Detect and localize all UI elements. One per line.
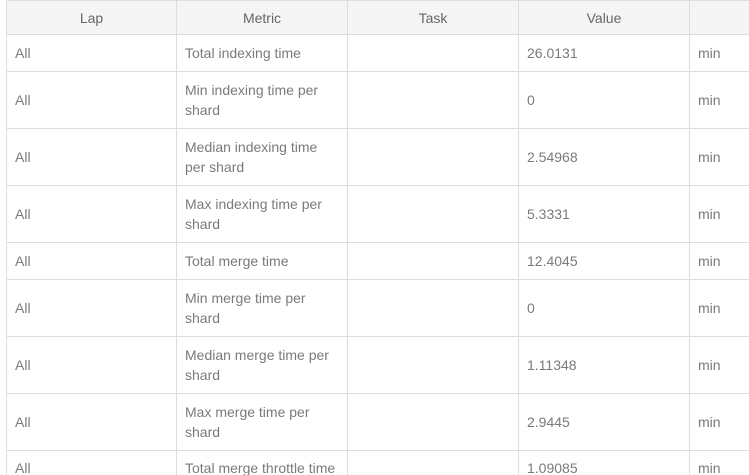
cell-value: 1.11348 (518, 336, 690, 394)
table-row: All Max merge time per shard 2.9445 min (6, 393, 749, 451)
cell-metric: Max merge time per shard (176, 393, 348, 451)
cell-value: 26.0131 (518, 34, 690, 72)
results-table-container: Lap Metric Task Value All Total indexing… (6, 0, 749, 475)
table-row: All Total merge throttle time 1.09085 mi… (6, 450, 749, 475)
table-row: All Max indexing time per shard 5.3331 m… (6, 185, 749, 243)
cell-unit: min (689, 71, 749, 129)
cell-task (347, 336, 519, 394)
cell-metric: Total merge time (176, 242, 348, 280)
cell-lap: All (6, 279, 177, 337)
table-row: All Min indexing time per shard 0 min (6, 71, 749, 129)
cell-lap: All (6, 34, 177, 72)
column-header-metric[interactable]: Metric (176, 0, 348, 35)
cell-lap: All (6, 242, 177, 280)
cell-value: 12.4045 (518, 242, 690, 280)
cell-task (347, 450, 519, 475)
column-header-task[interactable]: Task (347, 0, 519, 35)
cell-task (347, 128, 519, 186)
cell-task (347, 242, 519, 280)
cell-lap: All (6, 128, 177, 186)
cell-unit: min (689, 34, 749, 72)
column-header-value[interactable]: Value (518, 0, 690, 35)
cell-metric: Median merge time per shard (176, 336, 348, 394)
table-row: All Total merge time 12.4045 min (6, 242, 749, 280)
cell-task (347, 34, 519, 72)
cell-unit: min (689, 336, 749, 394)
cell-value: 0 (518, 279, 690, 337)
cell-lap: All (6, 185, 177, 243)
table-row: All Min merge time per shard 0 min (6, 279, 749, 337)
cell-task (347, 71, 519, 129)
cell-lap: All (6, 450, 177, 475)
cell-metric: Median indexing time per shard (176, 128, 348, 186)
cell-unit: min (689, 242, 749, 280)
cell-lap: All (6, 393, 177, 451)
table-row: All Total indexing time 26.0131 min (6, 34, 749, 72)
column-header-lap[interactable]: Lap (6, 0, 177, 35)
cell-value: 2.9445 (518, 393, 690, 451)
cell-task (347, 393, 519, 451)
cell-task (347, 185, 519, 243)
column-header-unit (689, 0, 749, 35)
cell-task (347, 279, 519, 337)
cell-lap: All (6, 71, 177, 129)
results-table: Lap Metric Task Value All Total indexing… (6, 0, 749, 475)
cell-unit: min (689, 393, 749, 451)
cell-unit: min (689, 128, 749, 186)
cell-metric: Max indexing time per shard (176, 185, 348, 243)
table-row: All Median merge time per shard 1.11348 … (6, 336, 749, 394)
cell-metric: Min indexing time per shard (176, 71, 348, 129)
cell-unit: min (689, 185, 749, 243)
cell-value: 2.54968 (518, 128, 690, 186)
cell-metric: Total merge throttle time (176, 450, 348, 475)
cell-lap: All (6, 336, 177, 394)
cell-value: 0 (518, 71, 690, 129)
table-row: All Median indexing time per shard 2.549… (6, 128, 749, 186)
cell-unit: min (689, 279, 749, 337)
cell-value: 1.09085 (518, 450, 690, 475)
table-header-row: Lap Metric Task Value (6, 0, 749, 35)
cell-metric: Total indexing time (176, 34, 348, 72)
cell-value: 5.3331 (518, 185, 690, 243)
cell-unit: min (689, 450, 749, 475)
cell-metric: Min merge time per shard (176, 279, 348, 337)
